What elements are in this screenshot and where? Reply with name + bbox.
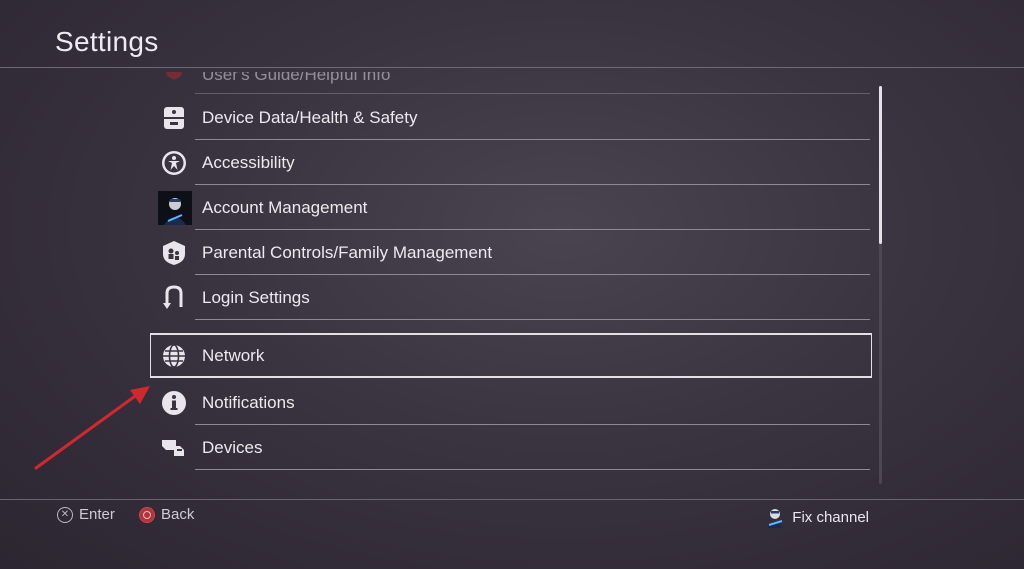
menu-item-login-settings[interactable]: Login Settings	[150, 275, 872, 320]
menu-item-parental-controls[interactable]: Parental Controls/Family Management	[150, 230, 872, 275]
menu-item-users-guide[interactable]: User's Guide/Helpful Info	[150, 72, 872, 94]
footer-divider	[0, 499, 1024, 500]
menu-item-notifications[interactable]: Notifications	[150, 380, 872, 425]
enter-hint[interactable]: ✕ Enter	[57, 506, 115, 523]
back-hint[interactable]: Back	[139, 506, 194, 523]
menu-item-device-data[interactable]: Device Data/Health & Safety	[150, 95, 872, 140]
login-icon	[160, 284, 188, 312]
device-data-icon	[160, 104, 188, 132]
fix-channel-avatar-icon	[764, 506, 786, 528]
page-title: Settings	[55, 26, 159, 57]
menu-item-account-management[interactable]: Account Management	[150, 185, 872, 230]
fix-channel-hint[interactable]: Fix channel	[764, 506, 869, 528]
menu-item-devices[interactable]: Devices	[150, 425, 872, 470]
scrollbar-thumb[interactable]	[879, 86, 882, 244]
menu-item-accessibility[interactable]: Accessibility	[150, 140, 872, 185]
guide-icon	[160, 72, 188, 86]
accessibility-icon	[160, 149, 188, 177]
info-icon	[160, 389, 188, 417]
header-divider	[0, 67, 1024, 68]
cross-button-icon: ✕	[57, 506, 73, 523]
parental-controls-icon	[160, 239, 188, 267]
settings-menu-list: User's Guide/Helpful Info Device Data/He…	[150, 72, 872, 477]
menu-item-network[interactable]: Network	[150, 333, 872, 378]
circle-button-icon	[139, 506, 155, 523]
annotation-arrow-icon	[34, 386, 150, 470]
devices-icon	[160, 434, 188, 462]
avatar-icon	[158, 190, 192, 225]
network-globe-icon	[160, 342, 188, 370]
